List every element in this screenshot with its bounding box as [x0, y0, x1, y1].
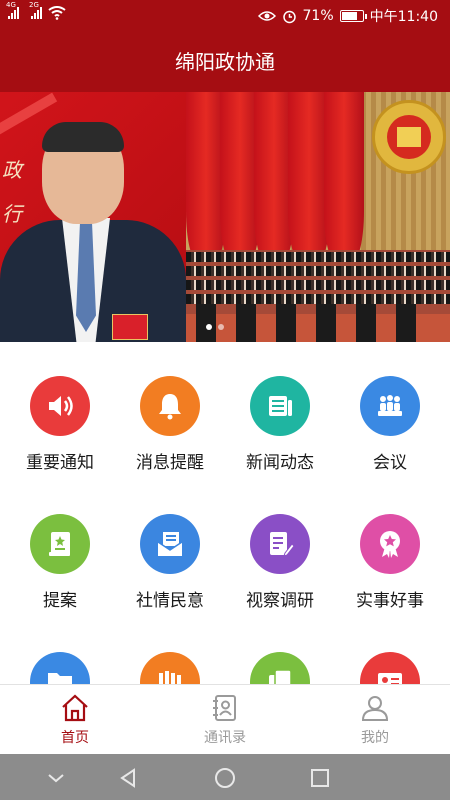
signal-icon-1: 4G: [6, 1, 19, 19]
battery-icon: [339, 10, 367, 22]
menu-meeting[interactable]: 会议: [334, 342, 446, 473]
home-circle-icon[interactable]: [213, 766, 237, 790]
banner-calligraphy-2: 行: [2, 202, 22, 226]
banner-slide-portrait: 政 行: [0, 92, 186, 342]
contacts-icon: [213, 695, 236, 721]
carousel-indicator[interactable]: [206, 324, 224, 330]
banner-slide-assembly: [186, 92, 450, 342]
menu-label: 社情民意: [136, 591, 204, 611]
proposal-book-icon: [30, 514, 90, 574]
tab-label: 通讯录: [204, 730, 246, 746]
speaker-icon: [30, 376, 90, 436]
carousel-dot-1[interactable]: [206, 324, 212, 330]
app-title: 绵阳政协通: [0, 32, 450, 92]
signal-icon-2: 2G: [29, 1, 42, 19]
newspaper-icon: [250, 376, 310, 436]
tab-contacts[interactable]: 通讯录: [150, 685, 300, 755]
user-icon: [361, 696, 389, 721]
menu-message-reminder[interactable]: 消息提醒: [114, 342, 226, 473]
menu-news[interactable]: 新闻动态: [224, 342, 336, 473]
back-triangle-icon[interactable]: [116, 766, 140, 790]
battery-percent: 71%: [302, 8, 334, 24]
menu-proposal[interactable]: 提案: [4, 480, 116, 611]
menu-public-opinion[interactable]: 社情民意: [114, 480, 226, 611]
document-edit-icon: [250, 514, 310, 574]
carousel-dot-2[interactable]: [218, 324, 224, 330]
alarm-icon: [282, 10, 296, 23]
bottom-tab-bar: 首页 通讯录 我的: [0, 684, 450, 754]
menu-label: 会议: [373, 453, 407, 473]
cppcc-emblem: [372, 100, 446, 174]
meeting-icon: [360, 376, 420, 436]
menu-label: 视察调研: [246, 591, 314, 611]
id-card-icon: [360, 652, 420, 684]
folder-icon: [30, 652, 90, 684]
menu-label: 重要通知: [26, 453, 94, 473]
eye-icon: [257, 11, 276, 21]
wifi-icon: [48, 6, 66, 20]
tab-label: 首页: [61, 730, 89, 746]
recents-square-icon[interactable]: [308, 766, 332, 790]
books-icon: [140, 652, 200, 684]
delegate-badge: [112, 314, 148, 340]
menu-label: 新闻动态: [246, 453, 314, 473]
tab-profile[interactable]: 我的: [300, 685, 450, 755]
tab-home[interactable]: 首页: [0, 685, 150, 755]
menu-label: 消息提醒: [136, 453, 204, 473]
menu-item-10[interactable]: [114, 618, 226, 684]
banner-calligraphy-1: 政: [2, 158, 22, 182]
menu-label: 实事好事: [356, 591, 424, 611]
menu-inspection-research[interactable]: 视察调研: [224, 480, 336, 611]
clock: 中午11:40: [369, 9, 438, 25]
menu-item-11[interactable]: [224, 618, 336, 684]
system-navigation-bar: [0, 754, 450, 800]
menu-item-12[interactable]: [334, 618, 446, 684]
home-icon: [62, 694, 88, 722]
menu-label: 提案: [43, 591, 77, 611]
tab-label: 我的: [361, 730, 389, 746]
copy-icon: [250, 652, 310, 684]
envelope-icon: [140, 514, 200, 574]
bell-icon: [140, 376, 200, 436]
menu-important-notice[interactable]: 重要通知: [4, 342, 116, 473]
function-grid: 重要通知 消息提醒 新闻动态 会议 提案 社情民意 视察调研 实事好事: [0, 342, 450, 684]
network-type-1: 4G: [6, 1, 16, 9]
network-type-2: 2G: [29, 1, 39, 9]
chevron-down-icon[interactable]: [44, 766, 68, 790]
status-bar: 4G 2G 71% 中午11:40: [0, 0, 450, 32]
menu-item-9[interactable]: [4, 618, 116, 684]
battery-fill: [341, 12, 358, 20]
menu-good-deeds[interactable]: 实事好事: [334, 480, 446, 611]
banner-carousel[interactable]: 政 行: [0, 92, 450, 342]
award-badge-icon: [360, 514, 420, 574]
